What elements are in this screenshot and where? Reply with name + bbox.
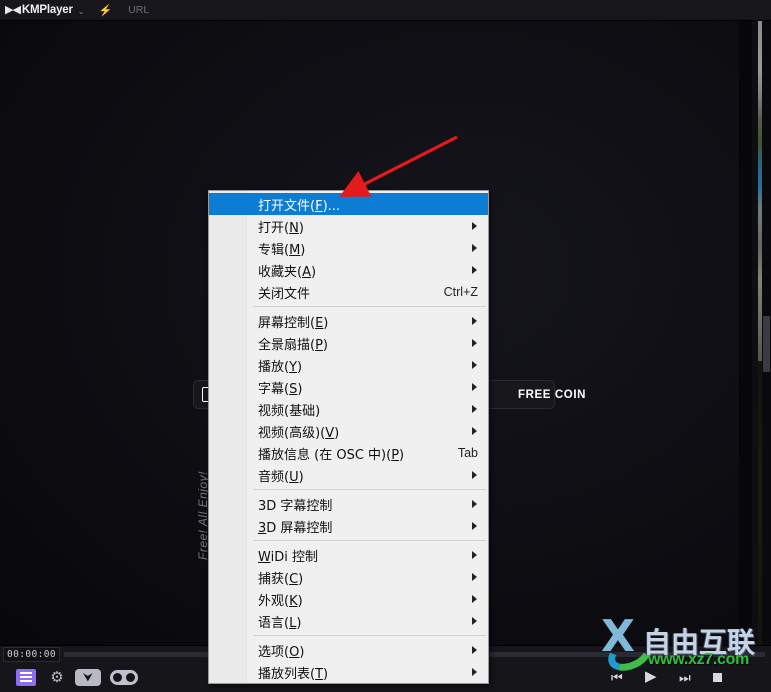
submenu-arrow-icon [472, 617, 477, 625]
menu-item-label: 字幕(S) [258, 381, 303, 397]
submenu-arrow-icon [472, 427, 477, 435]
menu-item[interactable]: 视频(高级)(V) [209, 420, 488, 442]
menu-item-label: 视频(基础) [258, 403, 321, 419]
menu-item[interactable]: 专辑(M) [209, 237, 488, 259]
menu-item-label: WiDi 控制 [258, 549, 318, 565]
menu-item-label: 捕获(C) [258, 571, 304, 587]
vr-goggles-icon[interactable] [110, 670, 138, 685]
gear-icon[interactable]: ⚙ [47, 669, 67, 686]
chevron-down-icon[interactable]: ⌄ [78, 7, 85, 16]
menu-item[interactable]: 打开文件(F)... [209, 193, 488, 215]
menu-item[interactable]: 屏幕控制(E) [209, 310, 488, 332]
playlist-icon[interactable] [16, 669, 36, 686]
submenu-arrow-icon [472, 266, 477, 274]
menu-item-label: 关闭文件 [258, 286, 311, 302]
next-icon[interactable]: ⏭ [679, 670, 691, 685]
stage-right-band [739, 21, 752, 645]
url-label[interactable]: URL [128, 4, 149, 16]
submenu-arrow-icon [472, 244, 477, 252]
submenu-arrow-icon [472, 317, 477, 325]
menu-item[interactable]: WiDi 控制 [209, 544, 488, 566]
menu-item[interactable]: 打开(N) [209, 215, 488, 237]
menu-item-label: 视频(高级)(V) [258, 425, 340, 441]
menu-item-label: 外观(K) [258, 593, 303, 609]
submenu-arrow-icon [472, 383, 477, 391]
kmplayer-logo-icon: ▶◀ [5, 3, 21, 16]
menu-item-label: 收藏夹(A) [258, 264, 317, 280]
menu-item-label: 专辑(M) [258, 242, 306, 258]
menu-item-label: 播放信息 (在 OSC 中)(P) [258, 447, 405, 463]
kmplayer-window: ▶◀ KMPlayer ⌄ ⚡ URL Free! All Enjoy! FRE… [0, 0, 771, 692]
menu-item[interactable]: 字幕(S) [209, 376, 488, 398]
submenu-arrow-icon [472, 339, 477, 347]
submenu-arrow-icon [472, 573, 477, 581]
menu-item[interactable]: 全景扇描(P) [209, 332, 488, 354]
menu-item-label: 语言(L) [258, 615, 302, 631]
menu-item-label: 选项(O) [258, 644, 305, 660]
context-menu[interactable]: 打开文件(F)... 打开(N) 专辑(M) 收藏夹(A) 关闭文件 Ctrl+Z 屏幕控制… [208, 190, 489, 684]
menu-item[interactable]: 捕获(C) [209, 566, 488, 588]
scrollbar-thumb[interactable] [763, 316, 770, 372]
submenu-arrow-icon [472, 595, 477, 603]
titlebar: ▶◀ KMPlayer ⌄ ⚡ URL [0, 0, 771, 21]
menu-separator [209, 303, 488, 310]
menu-item-label: 播放(Y) [258, 359, 303, 375]
menu-separator [209, 537, 488, 544]
play-icon[interactable]: ▶ [645, 669, 657, 684]
submenu-arrow-icon [472, 222, 477, 230]
submenu-arrow-icon [472, 361, 477, 369]
submenu-arrow-icon [472, 522, 477, 530]
submenu-arrow-icon [472, 405, 477, 413]
submenu-arrow-icon [472, 471, 477, 479]
bolt-icon[interactable]: ⚡ [98, 4, 112, 17]
submenu-arrow-icon [472, 500, 477, 508]
download-icon[interactable]: ⮟ [75, 669, 101, 686]
menu-item-shortcut: Ctrl+Z [443, 285, 478, 299]
menu-item-label: 屏幕控制(E) [258, 315, 329, 331]
submenu-arrow-icon [472, 646, 477, 654]
menu-item[interactable]: 关闭文件 Ctrl+Z [209, 281, 488, 303]
previous-icon[interactable]: ⏮ [611, 670, 623, 685]
menu-item-label: 打开(N) [258, 220, 304, 236]
stop-icon[interactable] [713, 670, 722, 682]
menu-item[interactable]: 选项(O) [209, 639, 488, 661]
menu-item-label: 音频(U) [258, 469, 304, 485]
submenu-arrow-icon [472, 551, 477, 559]
menu-item-label: 全景扇描(P) [258, 337, 328, 353]
menu-item[interactable]: 外观(K) [209, 588, 488, 610]
menu-item[interactable]: 语言(L) [209, 610, 488, 632]
menu-item[interactable]: 3D 屏幕控制 [209, 515, 488, 537]
menu-item[interactable]: 3D 字幕控制 [209, 493, 488, 515]
menu-item-label: 3D 字幕控制 [258, 498, 333, 514]
vertical-scrollbar[interactable] [762, 21, 771, 645]
app-title: KMPlayer [21, 4, 73, 16]
time-display: 00:00:00 [3, 647, 60, 662]
menu-item[interactable]: 视频(基础) [209, 398, 488, 420]
menu-item-label: 播放列表(T) [258, 666, 329, 682]
submenu-arrow-icon [472, 668, 477, 676]
menu-item-label: 打开文件(F)... [258, 198, 341, 214]
menu-item[interactable]: 播放(Y) [209, 354, 488, 376]
menu-separator [209, 486, 488, 493]
menu-item[interactable]: 音频(U) [209, 464, 488, 486]
menu-item[interactable]: 收藏夹(A) [209, 259, 488, 281]
menu-item[interactable]: 播放列表(T) [209, 661, 488, 683]
menu-item[interactable]: 播放信息 (在 OSC 中)(P) Tab [209, 442, 488, 464]
menu-item-label: 3D 屏幕控制 [258, 520, 333, 536]
menu-item-shortcut: Tab [457, 446, 478, 460]
menu-separator [209, 632, 488, 639]
free-coin-label: FREE COIN [518, 388, 587, 401]
